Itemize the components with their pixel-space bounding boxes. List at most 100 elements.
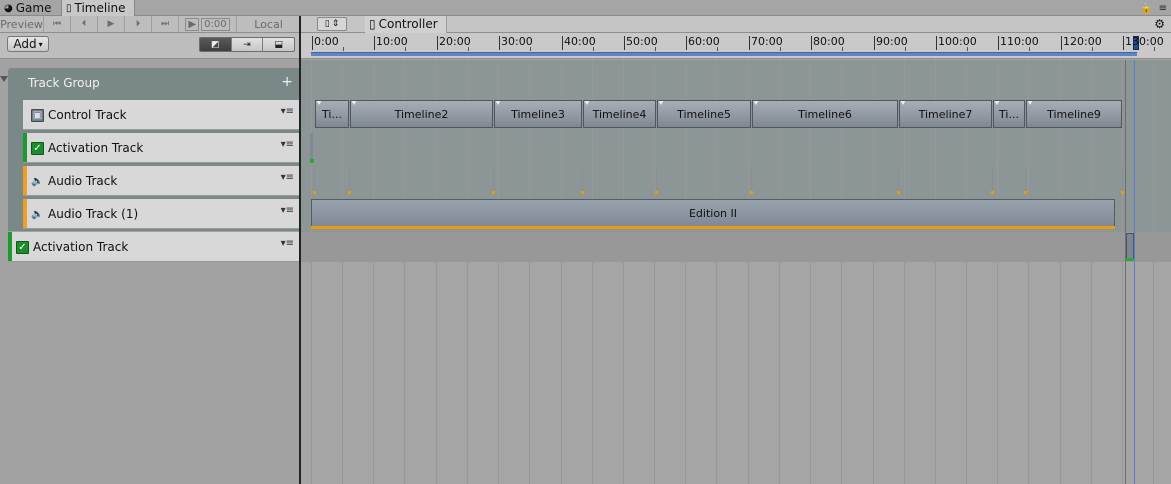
control-clip[interactable]: Timeline6 [752, 100, 898, 128]
ruler-major-tick [874, 36, 875, 50]
mix-mode-button[interactable]: ◩ [200, 38, 232, 51]
audio-marker-dot [313, 191, 316, 194]
ruler-minor-tick [842, 47, 843, 51]
play-range-bar[interactable] [311, 52, 1137, 56]
track-activation-2[interactable]: ✓ Activation Track ▾≡ [8, 232, 299, 262]
clip-start-marker [994, 101, 1000, 105]
track-control[interactable]: ▣ Control Track ▾≡ [23, 100, 299, 130]
go-to-end-button[interactable]: ⏭ [152, 16, 179, 32]
track-name: Activation Track [48, 141, 144, 155]
breadcrumb-label: Controller [378, 17, 438, 31]
checkbox-icon[interactable]: ✓ [31, 142, 44, 155]
replace-mode-button[interactable]: ⬓ [263, 38, 294, 51]
add-to-group-button[interactable]: + [281, 74, 293, 90]
tab-timeline[interactable]: ▯ Timeline [61, 0, 135, 16]
clip-start-marker [584, 101, 590, 105]
next-frame-button[interactable]: ⏵ [125, 16, 152, 32]
time-ruler[interactable]: 0:00 10:00 20:00 30:00 40:00 50:00 60:00 70:00 8… [301, 33, 1171, 59]
track-stripe [23, 199, 27, 228]
track-name: Audio Track [48, 174, 118, 188]
group-title: Track Group [28, 76, 100, 90]
audio-clip-label: Edition II [688, 206, 738, 220]
ripple-mode-button[interactable]: ⇥ [231, 38, 264, 51]
ruler-label: 0:00 [314, 35, 339, 48]
collapse-arrow-icon[interactable] [0, 76, 8, 82]
timeline-window: ◕ Game ▯ Timeline 🔒 ≡ Preview ⏮ ⏴ ▶ ⏵ ⏭ … [0, 0, 1171, 484]
ruler-label: 80:00 [813, 35, 845, 48]
local-button[interactable]: Local [237, 16, 300, 32]
ruler-label: 20:00 [439, 35, 471, 48]
play-range-icon[interactable]: ▶ [185, 17, 200, 31]
audio-marker-line [314, 166, 315, 194]
timeline-end-line [1125, 60, 1126, 484]
timeline-selector-button[interactable]: ▯ ⇕ [317, 17, 347, 31]
timeline-icon: ▯ [324, 19, 330, 29]
ruler-major-tick [1061, 36, 1062, 50]
grid-line [311, 60, 312, 484]
edit-mode-group: ◩ ⇥ ⬓ [199, 37, 295, 52]
control-clip[interactable]: Timeline3 [494, 100, 582, 128]
tab-game-label: Game [15, 1, 52, 15]
preview-button[interactable]: Preview [0, 16, 44, 32]
track-name: Activation Track [33, 240, 129, 254]
control-clip-label: Timeline6 [798, 107, 852, 121]
track-list: Track Group + ▣ Control Track ▾≡ ✓ Activ… [0, 60, 299, 484]
play-icon: ▶ [107, 19, 115, 29]
go-to-start-button[interactable]: ⏮ [44, 16, 71, 32]
clip-start-marker [753, 101, 759, 105]
ruler-label: 130:00 [1125, 35, 1164, 48]
timeline-area[interactable]: Ti... Timeline2 Timeline3 Timeline4 Timeline… [301, 60, 1171, 484]
ruler-minor-tick [780, 47, 781, 51]
ruler-label: 110:00 [1000, 35, 1039, 48]
gear-icon[interactable]: ⚙ [1154, 17, 1165, 31]
grid-line [1122, 60, 1123, 484]
add-button[interactable]: Add ▾ [7, 36, 49, 52]
audio-marker-line [1025, 166, 1026, 194]
checkbox-icon[interactable]: ✓ [16, 241, 29, 254]
ruler-label: 70:00 [751, 35, 783, 48]
track-name: Audio Track (1) [48, 207, 139, 221]
lock-icon[interactable]: 🔒 [1140, 3, 1152, 14]
activation-clip-2[interactable] [1126, 233, 1134, 261]
play-button[interactable]: ▶ [98, 16, 125, 32]
control-clip-label: Timeline7 [918, 107, 973, 121]
control-clip-label: Timeline2 [394, 107, 449, 121]
tab-game[interactable]: ◕ Game [0, 0, 58, 16]
control-clip[interactable]: Timeline9 [1026, 100, 1122, 128]
ruler-major-tick [562, 36, 563, 50]
track-name: Control Track [48, 108, 127, 122]
control-clip[interactable]: Timeline4 [583, 100, 656, 128]
frame-field[interactable]: ▶ 0:00 [179, 16, 237, 32]
track-audio[interactable]: 🔈 Audio Track ▾≡ [23, 166, 299, 196]
audio-marker-dot [492, 191, 495, 194]
clip-start-marker [316, 101, 322, 105]
playhead-line[interactable] [1134, 60, 1135, 484]
track-menu-icon[interactable]: ▾≡ [281, 172, 294, 183]
activation-clip[interactable] [310, 133, 313, 162]
control-clip[interactable]: Ti... [993, 100, 1025, 128]
menu-icon[interactable]: ≡ [1159, 3, 1167, 14]
track-activation[interactable]: ✓ Activation Track ▾≡ [23, 133, 299, 163]
previous-frame-button[interactable]: ⏴ [71, 16, 98, 32]
frame-input[interactable]: 0:00 [201, 17, 230, 31]
breadcrumb[interactable]: ▯ Controller [365, 15, 447, 33]
ruler-label: 30:00 [501, 35, 533, 48]
updown-icon: ⇕ [331, 19, 340, 29]
ruler-major-tick [998, 36, 999, 50]
tab-timeline-label: Timeline [74, 1, 126, 15]
track-stripe [23, 100, 27, 129]
audio-marker-line [1122, 166, 1123, 194]
track-menu-icon[interactable]: ▾≡ [281, 139, 294, 150]
control-clip[interactable]: Timeline7 [899, 100, 992, 128]
track-menu-icon[interactable]: ▾≡ [281, 205, 294, 216]
control-clip[interactable]: Ti... [315, 100, 349, 128]
control-clip[interactable]: Timeline2 [350, 100, 493, 128]
activation-indicator [310, 159, 314, 163]
control-clip-label: Ti... [322, 107, 342, 121]
track-audio-1[interactable]: 🔈 Audio Track (1) ▾≡ [23, 199, 299, 229]
track-menu-icon[interactable]: ▾≡ [281, 238, 294, 249]
track-menu-icon[interactable]: ▾≡ [281, 106, 294, 117]
audio-clip[interactable]: Edition II [311, 199, 1115, 227]
control-clip[interactable]: Timeline5 [657, 100, 751, 128]
transport-toolbar: Preview ⏮ ⏴ ▶ ⏵ ⏭ ▶ 0:00 Local [0, 16, 300, 33]
